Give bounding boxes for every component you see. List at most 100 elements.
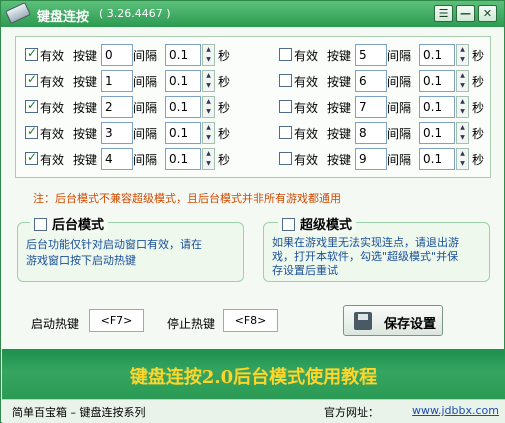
- spin-down-icon[interactable]: ▼: [457, 107, 468, 117]
- interval-spinner[interactable]: ▲ ▼: [202, 148, 215, 170]
- spin-up-icon[interactable]: ▲: [203, 149, 214, 159]
- spin-up-icon[interactable]: ▲: [203, 71, 214, 81]
- interval-input[interactable]: 0.1: [419, 148, 455, 170]
- interval-input[interactable]: 0.1: [419, 70, 455, 92]
- interval-input[interactable]: 0.1: [165, 148, 201, 170]
- key-input[interactable]: 5: [355, 44, 387, 66]
- interval-spinner[interactable]: ▲ ▼: [202, 70, 215, 92]
- seconds-label: 秒: [218, 101, 231, 115]
- close-button[interactable]: ✕: [478, 5, 497, 22]
- key-label: 按键: [327, 153, 352, 167]
- key-input[interactable]: 0: [101, 44, 133, 66]
- seconds-label: 秒: [472, 153, 485, 167]
- super-mode-box: 超级模式 如果在游戏里无法实现连点，请退出游 戏，打开本软件，勾选"超级模式"并…: [263, 214, 490, 282]
- interval-spinner[interactable]: ▲ ▼: [456, 44, 469, 66]
- valid-label: 有效: [294, 49, 319, 63]
- app-window: 键盘连按 ( 3.26.4467 ) ☰ — ✕ 有效按键0间隔0.1▲▼秒有效…: [0, 0, 505, 423]
- key-label: 按键: [327, 49, 352, 63]
- valid-label: 有效: [294, 75, 319, 89]
- interval-spinner[interactable]: ▲ ▼: [202, 44, 215, 66]
- background-mode-box: 后台模式 后台功能仅针对启动窗口有效，请在 游戏窗口按下启动热键: [17, 214, 244, 282]
- seconds-label: 秒: [218, 75, 231, 89]
- key-input[interactable]: 3: [101, 122, 133, 144]
- save-settings-button[interactable]: 保存设置: [343, 305, 443, 336]
- key-label: 按键: [327, 75, 352, 89]
- spin-up-icon[interactable]: ▲: [203, 45, 214, 55]
- spin-down-icon[interactable]: ▼: [457, 81, 468, 91]
- key-row: 有效 按键 6 间隔 0.1 ▲ ▼ 秒: [279, 70, 489, 92]
- valid-checkbox[interactable]: [279, 100, 292, 113]
- super-mode-checkbox[interactable]: [282, 218, 295, 231]
- valid-checkbox[interactable]: [25, 98, 38, 113]
- valid-label: 有效: [40, 153, 65, 167]
- key-label: 按键: [73, 127, 98, 141]
- website-label: 官方网址：: [324, 406, 379, 419]
- valid-checkbox[interactable]: [279, 74, 292, 87]
- interval-input[interactable]: 0.1: [165, 122, 201, 144]
- key-input[interactable]: 9: [355, 148, 387, 170]
- interval-label: 间隔: [133, 127, 158, 141]
- key-input[interactable]: 6: [355, 70, 387, 92]
- spin-down-icon[interactable]: ▼: [203, 55, 214, 65]
- interval-spinner[interactable]: ▲ ▼: [456, 148, 469, 170]
- spin-up-icon[interactable]: ▲: [457, 123, 468, 133]
- valid-checkbox[interactable]: [25, 46, 38, 61]
- valid-label: 有效: [294, 153, 319, 167]
- spin-down-icon[interactable]: ▼: [203, 81, 214, 91]
- valid-checkbox[interactable]: [25, 72, 38, 87]
- key-input[interactable]: 4: [101, 148, 133, 170]
- seconds-label: 秒: [472, 101, 485, 115]
- spin-up-icon[interactable]: ▲: [457, 45, 468, 55]
- valid-checkbox[interactable]: [25, 150, 38, 165]
- valid-label: 有效: [40, 49, 65, 63]
- valid-checkbox[interactable]: [279, 48, 292, 61]
- spin-up-icon[interactable]: ▲: [457, 97, 468, 107]
- spin-down-icon[interactable]: ▼: [457, 133, 468, 143]
- background-mode-checkbox[interactable]: [34, 218, 47, 231]
- interval-input[interactable]: 0.1: [419, 122, 455, 144]
- background-mode-desc-2: 游戏窗口按下启动热键: [26, 254, 136, 267]
- spin-down-icon[interactable]: ▼: [203, 107, 214, 117]
- key-input[interactable]: 2: [101, 96, 133, 118]
- key-row: 有效 按键 8 间隔 0.1 ▲ ▼ 秒: [279, 122, 489, 144]
- minimize-button[interactable]: —: [456, 5, 475, 22]
- valid-checkbox[interactable]: [279, 126, 292, 139]
- key-input[interactable]: 1: [101, 70, 133, 92]
- interval-input[interactable]: 0.1: [165, 44, 201, 66]
- menu-button[interactable]: ☰: [434, 5, 453, 22]
- key-row: 有效按键4间隔0.1▲▼秒: [25, 148, 235, 170]
- seconds-label: 秒: [218, 127, 231, 141]
- save-disk-icon: [354, 312, 372, 330]
- key-label: 按键: [73, 49, 98, 63]
- interval-spinner[interactable]: ▲ ▼: [456, 96, 469, 118]
- spin-down-icon[interactable]: ▼: [457, 159, 468, 169]
- spin-down-icon[interactable]: ▼: [203, 133, 214, 143]
- stop-hotkey-field[interactable]: <F8>: [223, 309, 278, 332]
- spin-up-icon[interactable]: ▲: [203, 97, 214, 107]
- app-version: ( 3.26.4467 ): [99, 7, 171, 20]
- valid-checkbox[interactable]: [279, 152, 292, 165]
- spin-up-icon[interactable]: ▲: [457, 149, 468, 159]
- save-settings-label: 保存设置: [384, 317, 437, 332]
- spin-down-icon[interactable]: ▼: [457, 55, 468, 65]
- interval-spinner[interactable]: ▲ ▼: [202, 96, 215, 118]
- interval-spinner[interactable]: ▲ ▼: [456, 122, 469, 144]
- interval-spinner[interactable]: ▲ ▼: [456, 70, 469, 92]
- valid-checkbox[interactable]: [25, 124, 38, 139]
- interval-input[interactable]: 0.1: [419, 44, 455, 66]
- tutorial-banner[interactable]: 键盘连按2.0后台模式使用教程: [2, 349, 505, 399]
- interval-spinner[interactable]: ▲ ▼: [202, 122, 215, 144]
- interval-input[interactable]: 0.1: [165, 70, 201, 92]
- interval-input[interactable]: 0.1: [165, 96, 201, 118]
- start-hotkey-field[interactable]: <F7>: [89, 309, 144, 332]
- website-link[interactable]: www.jdbbx.com: [412, 404, 499, 417]
- super-mode-header: 超级模式: [278, 214, 357, 233]
- spin-up-icon[interactable]: ▲: [457, 71, 468, 81]
- spin-down-icon[interactable]: ▼: [203, 159, 214, 169]
- key-input[interactable]: 8: [355, 122, 387, 144]
- key-input[interactable]: 7: [355, 96, 387, 118]
- spin-up-icon[interactable]: ▲: [203, 123, 214, 133]
- key-label: 按键: [327, 101, 352, 115]
- interval-input[interactable]: 0.1: [419, 96, 455, 118]
- super-mode-title: 超级模式: [300, 218, 353, 233]
